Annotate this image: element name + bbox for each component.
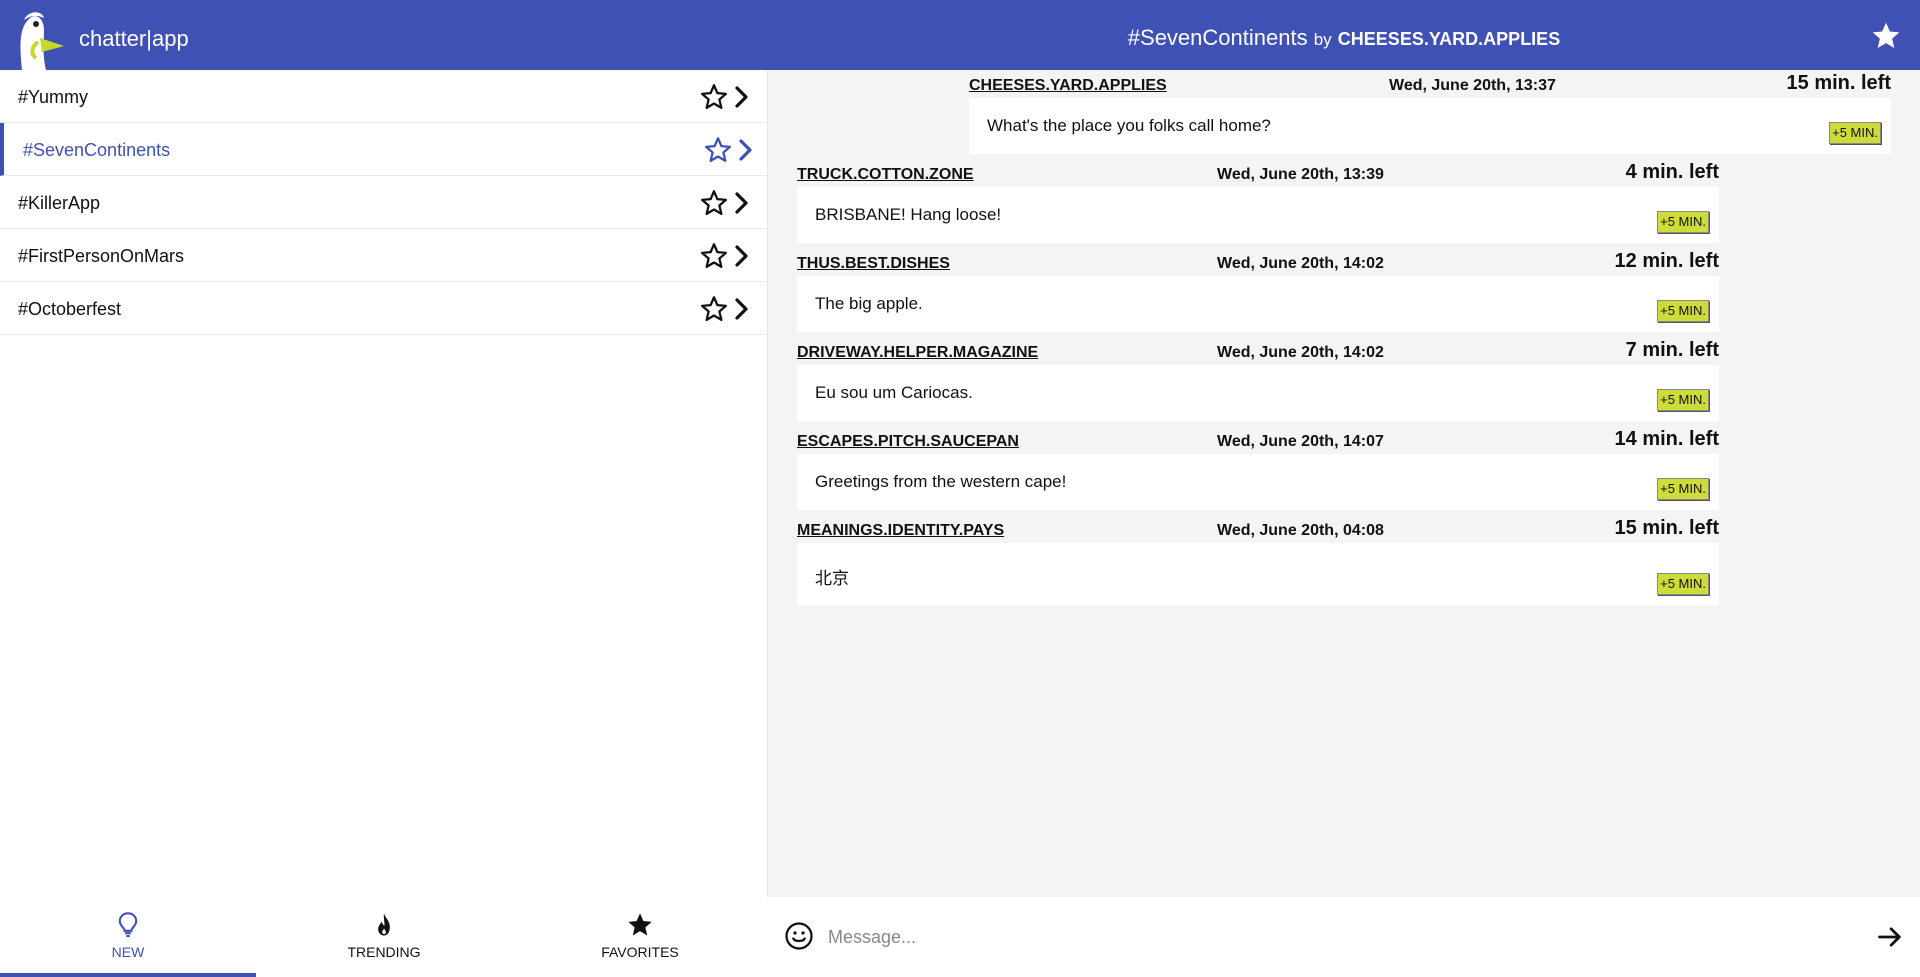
star-outline-icon[interactable] [699, 188, 729, 218]
channel-label: #KillerApp [18, 193, 101, 213]
tab-favorites-label: FAVORITES [601, 944, 679, 960]
channel-item[interactable]: #Octoberfest [0, 282, 767, 335]
message-item: TRUCK.COTTON.ZONE Wed, June 20th, 13:39 4 … [797, 161, 1719, 245]
star-outline-icon[interactable] [699, 241, 729, 271]
message-bubble: 北京 +5 MIN. [797, 543, 1719, 605]
extend-time-button[interactable]: +5 MIN. [1657, 478, 1709, 500]
channel-item[interactable]: #SevenContinents [0, 123, 767, 176]
flame-icon [378, 913, 390, 936]
star-outline-icon[interactable] [703, 135, 733, 165]
channel-list: #Yummy #SevenContinents #KillerApp #FirstPe… [0, 70, 767, 335]
message-username[interactable]: ESCAPES.PITCH.SAUCEPAN [797, 433, 1019, 451]
extend-time-button[interactable]: +5 MIN. [1657, 573, 1709, 595]
message-timestamp: Wed, June 20th, 04:08 [1217, 522, 1384, 539]
message-bubble: The big apple. +5 MIN. [797, 276, 1719, 332]
message-item: MEANINGS.IDENTITY.PAYS Wed, June 20th, 04… [797, 517, 1719, 605]
message-username[interactable]: CHEESES.YARD.APPLIES [969, 77, 1167, 95]
message-timestamp: Wed, June 20th, 14:02 [1217, 255, 1384, 272]
message-text: What's the place you folks call home? [987, 116, 1271, 135]
channel-label: #Yummy [18, 87, 89, 107]
star-outline-icon[interactable] [699, 294, 729, 324]
message-text: BRISBANE! Hang loose! [815, 205, 1002, 224]
message-username[interactable]: MEANINGS.IDENTITY.PAYS [797, 522, 1004, 540]
page-title: #SevenContinents by CHEESES.YARD.APPLIES [0, 25, 1920, 51]
message-item: CHEESES.YARD.APPLIES Wed, June 20th, 13:3… [969, 72, 1891, 156]
channel-owner: CHEESES.YARD.APPLIES [1337, 29, 1561, 49]
channel-label: #Octoberfest [18, 299, 122, 319]
lightbulb-icon [118, 912, 138, 938]
message-text: Eu sou um Cariocas. [815, 383, 973, 402]
message-bubble: Greetings from the western cape! +5 MIN. [797, 454, 1719, 510]
message-item: DRIVEWAY.HELPER.MAGAZINE Wed, June 20th, … [797, 339, 1719, 423]
message-bubble: What's the place you folks call home? +5 … [969, 98, 1891, 154]
tab-trending-label: TRENDING [347, 944, 421, 960]
emoji-icon[interactable] [784, 921, 814, 951]
message-username[interactable]: DRIVEWAY.HELPER.MAGAZINE [797, 344, 1038, 362]
send-arrow-icon[interactable] [1876, 923, 1904, 951]
message-username[interactable]: THUS.BEST.DISHES [797, 255, 950, 273]
channel-item[interactable]: #FirstPersonOnMars [0, 229, 767, 282]
tab-trending[interactable]: TRENDING [256, 897, 512, 977]
chevron-right-icon[interactable] [733, 296, 751, 322]
message-timestamp: Wed, June 20th, 13:37 [1389, 77, 1556, 94]
extend-time-button[interactable]: +5 MIN. [1657, 300, 1709, 322]
message-item: THUS.BEST.DISHES Wed, June 20th, 14:02 12 … [797, 250, 1719, 334]
time-left-label: 15 min. left [1786, 72, 1891, 94]
message-bubble: BRISBANE! Hang loose! +5 MIN. [797, 187, 1719, 243]
chevron-right-icon[interactable] [733, 84, 751, 110]
by-label: by [1313, 30, 1332, 49]
time-left-label: 7 min. left [1625, 339, 1719, 361]
favorite-star-icon[interactable] [1870, 20, 1902, 52]
message-composer [768, 897, 1920, 977]
time-left-label: 4 min. left [1625, 161, 1719, 183]
channel-item[interactable]: #KillerApp [0, 176, 767, 229]
message-list: CHEESES.YARD.APPLIES Wed, June 20th, 13:3… [768, 70, 1920, 897]
channel-item[interactable]: #Yummy [0, 70, 767, 123]
channel-label: #SevenContinents [23, 140, 171, 160]
message-timestamp: Wed, June 20th, 14:07 [1217, 433, 1384, 450]
message-timestamp: Wed, June 20th, 14:02 [1217, 344, 1384, 361]
message-text: Greetings from the western cape! [815, 472, 1067, 491]
tab-favorites[interactable]: FAVORITES [512, 897, 768, 977]
message-input[interactable] [828, 917, 1828, 957]
active-tab-indicator [0, 973, 256, 977]
tab-new-label: NEW [111, 944, 145, 960]
channel-sidebar: #Yummy #SevenContinents #KillerApp #FirstPe… [0, 70, 768, 977]
app-header: chatter|app #SevenContinents by CHEESES.… [0, 0, 1920, 70]
chevron-right-icon[interactable] [733, 243, 751, 269]
extend-time-button[interactable]: +5 MIN. [1657, 211, 1709, 233]
message-timestamp: Wed, June 20th, 13:39 [1217, 166, 1384, 183]
chevron-right-icon[interactable] [733, 190, 751, 216]
chevron-right-icon[interactable] [737, 137, 755, 163]
extend-time-button[interactable]: +5 MIN. [1657, 389, 1709, 411]
message-text: 北京 [815, 569, 849, 588]
message-bubble: Eu sou um Cariocas. +5 MIN. [797, 365, 1719, 421]
time-left-label: 15 min. left [1614, 517, 1719, 539]
bottom-nav: NEW TRENDING FAVORITES [0, 897, 768, 977]
message-text: The big apple. [815, 294, 923, 313]
time-left-label: 14 min. left [1614, 428, 1719, 450]
star-icon [628, 913, 652, 936]
message-username[interactable]: TRUCK.COTTON.ZONE [797, 166, 974, 184]
channel-name: #SevenContinents [1127, 25, 1308, 50]
extend-time-button[interactable]: +5 MIN. [1829, 122, 1881, 144]
tab-new[interactable]: NEW [0, 897, 256, 977]
star-outline-icon[interactable] [699, 82, 729, 112]
message-item: ESCAPES.PITCH.SAUCEPAN Wed, June 20th, 14… [797, 428, 1719, 512]
channel-label: #FirstPersonOnMars [18, 246, 185, 266]
time-left-label: 12 min. left [1614, 250, 1719, 272]
